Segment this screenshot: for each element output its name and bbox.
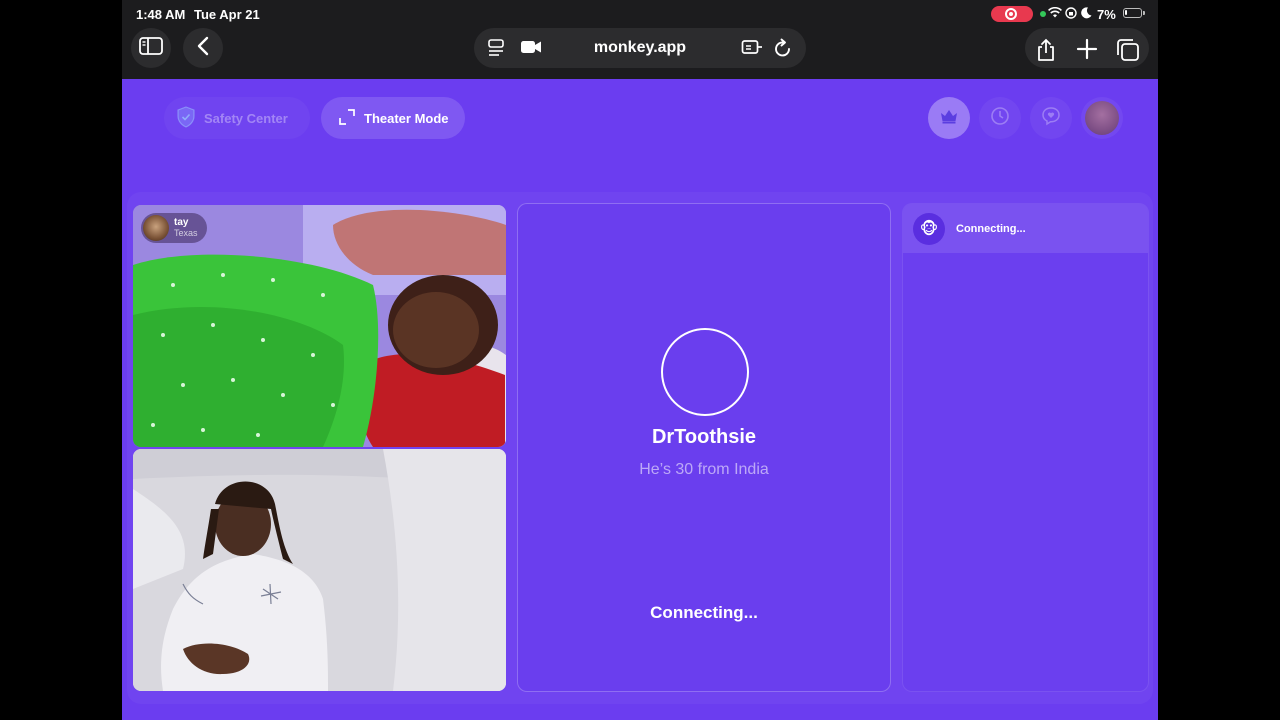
remote-user-tag[interactable]: tay Texas [141, 213, 207, 243]
match-card: DrToothsie He’s 30 from India Connecting… [517, 203, 891, 692]
remote-video: tay Texas [133, 205, 506, 447]
theater-mode-button[interactable]: Theater Mode [321, 97, 465, 139]
remote-user-location: Texas [174, 228, 198, 238]
battery-percent: 7% [1097, 7, 1116, 22]
messages-button[interactable] [1030, 97, 1072, 139]
crown-icon [939, 108, 959, 129]
shield-icon [176, 105, 196, 131]
safety-center-button[interactable]: Safety Center [164, 97, 310, 139]
premium-button[interactable] [928, 97, 970, 139]
share-icon[interactable] [1035, 38, 1057, 67]
back-button[interactable] [183, 28, 223, 68]
orientation-lock-icon [1065, 7, 1077, 22]
theater-mode-label: Theater Mode [364, 110, 449, 126]
reload-icon[interactable] [774, 38, 792, 63]
safety-center-label: Safety Center [204, 110, 288, 126]
sidebar-icon [139, 36, 163, 60]
status-date: Tue Apr 21 [194, 7, 260, 22]
history-button[interactable] [979, 97, 1021, 139]
ipad-screen: 1:48 AM Tue Apr 21 7% monkey.app Safety … [122, 0, 1158, 720]
wifi-icon [1048, 6, 1062, 21]
sidebar-button[interactable] [131, 28, 171, 68]
expand-icon [339, 108, 355, 128]
remote-user-avatar [143, 215, 169, 241]
clock-icon [990, 106, 1010, 131]
match-subtitle: He’s 30 from India [639, 461, 769, 478]
match-avatar [661, 328, 749, 416]
moon-icon [1081, 7, 1092, 22]
reader-icon[interactable] [741, 38, 763, 61]
match-name: DrToothsie [651, 426, 757, 448]
plus-icon[interactable] [1076, 38, 1098, 65]
tabs-icon[interactable] [1116, 38, 1140, 67]
avatar [1085, 101, 1119, 135]
web-page: Safety Center Theater Mode tay Texas DrT… [122, 79, 1158, 720]
remote-user-name: tay [174, 217, 189, 228]
self-video-frame [133, 449, 506, 691]
back-icon [197, 36, 209, 61]
battery-icon [1123, 8, 1145, 18]
status-bar: 1:48 AM Tue Apr 21 7% [122, 0, 1158, 28]
monkey-icon: 🐵 [913, 213, 945, 245]
chat-header: 🐵 Connecting... [903, 204, 1148, 253]
profile-avatar-button[interactable] [1081, 97, 1123, 139]
heart-chat-icon [1041, 106, 1061, 131]
match-status: Connecting... [650, 603, 758, 622]
self-video [133, 449, 506, 691]
address-bar[interactable]: monkey.app [474, 28, 806, 68]
chat-status: Connecting... [956, 223, 1026, 235]
record-icon[interactable] [991, 6, 1033, 22]
camera-indicator-icon [1040, 11, 1046, 17]
browser-toolbar: monkey.app [122, 28, 1158, 79]
toolbar-right-group [1025, 28, 1149, 68]
chat-panel: 🐵 Connecting... [902, 203, 1149, 692]
clock-time: 1:48 AM [136, 7, 186, 22]
